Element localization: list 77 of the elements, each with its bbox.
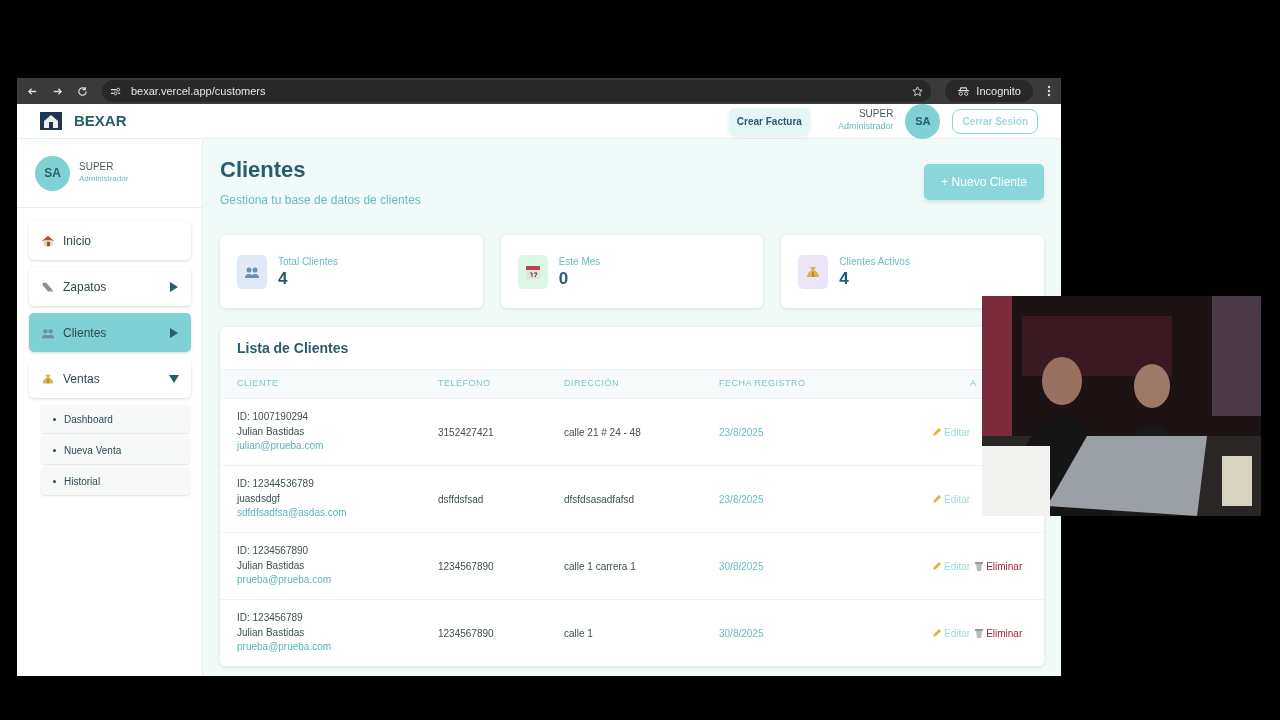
submenu-item[interactable]: Nueva Venta <box>41 436 190 464</box>
table-cell-text: calle 21 # 24 - 48 <box>564 425 642 440</box>
url-text[interactable]: bexar.vercel.app/customers <box>131 82 266 100</box>
client-name: Julian Bastidas <box>237 625 306 640</box>
incognito-icon <box>957 86 971 96</box>
table-cell-text: 3152427421 <box>438 425 495 440</box>
bullet-icon <box>53 448 56 452</box>
client-email: prueba@prueba.com <box>237 573 333 588</box>
client-name: Julian Bastidas <box>237 424 306 439</box>
submenu-item[interactable]: Dashboard <box>41 405 190 433</box>
client-email: sdfdfsadfsa@asdas.com <box>237 506 348 521</box>
client-email: prueba@prueba.com <box>237 640 333 655</box>
stat-value: 0 <box>558 269 570 290</box>
create-invoice-button[interactable]: Crear Factura <box>728 107 810 135</box>
stat-label: Total Clientes <box>278 255 339 270</box>
star-icon[interactable] <box>912 86 924 98</box>
column-header: DIRECCIÓN <box>564 377 620 391</box>
table-cell-text: calle 1 <box>564 626 594 641</box>
caret-right-icon <box>169 327 179 338</box>
bullet-icon <box>53 417 56 421</box>
user-name: SUPER <box>857 108 894 121</box>
pencil-icon <box>932 494 942 505</box>
pencil-icon <box>932 561 942 572</box>
delete-link[interactable]: Eliminar <box>974 625 1023 641</box>
user-name: SUPER <box>79 161 115 173</box>
page-title: Clientes <box>220 157 307 184</box>
sidebar-item[interactable]: Ventas <box>29 359 191 398</box>
date-cell-text: 30/8/2025 <box>719 559 765 574</box>
client-name: Julian Bastidas <box>237 558 306 573</box>
submenu-item[interactable]: Historial <box>41 467 190 495</box>
user-role: Administrador <box>837 120 894 134</box>
column-header: CLIENTE <box>237 377 280 391</box>
client-id: ID: 123456789 <box>237 611 304 626</box>
table-cell-text: dfsfdsasadfafsd <box>564 492 636 507</box>
column-header: FECHA REGISTRO <box>719 377 807 391</box>
incognito-badge[interactable]: Incognito <box>945 80 1033 102</box>
brand-name: BEXAR <box>74 110 127 131</box>
client-id: ID: 1234567890 <box>237 544 310 559</box>
table-cell-text: calle 1 carrera 1 <box>564 559 637 574</box>
stat-value: 4 <box>839 269 850 290</box>
table-cell-text: 1234567890 <box>438 559 495 574</box>
client-name: juasdsdgf <box>237 491 281 506</box>
reload-icon[interactable] <box>77 85 88 97</box>
table-cell-text: dsffdsfsad <box>438 492 485 507</box>
pencil-icon <box>932 427 942 438</box>
client-id: ID: 1007190294 <box>237 410 310 425</box>
house-logo-icon <box>40 112 62 130</box>
date-cell-text: 30/8/2025 <box>719 626 765 641</box>
table-cell-text: 1234567890 <box>438 626 495 641</box>
trash-icon <box>974 561 985 572</box>
caret-down-icon <box>169 373 179 384</box>
caret-right-icon <box>169 281 179 292</box>
stat-label: Este Mes <box>558 255 601 270</box>
user-role: Administrador <box>79 173 129 185</box>
trash-icon <box>974 628 985 639</box>
sidebar-item[interactable]: Clientes <box>29 313 191 352</box>
column-header: TELÉFONO <box>438 377 492 391</box>
date-cell-text: 23/8/2025 <box>719 425 765 440</box>
column-header: A <box>969 377 978 391</box>
calendar-icon <box>524 263 541 280</box>
card-title: Lista de Clientes <box>236 339 350 359</box>
client-email: julian@prueba.com <box>237 439 325 454</box>
page-subtitle: Gestiona tu base de datos de clientes <box>220 192 422 210</box>
delete-link[interactable]: Eliminar <box>974 558 1023 574</box>
stat-value: 4 <box>278 269 289 290</box>
sidebar-item[interactable]: Zapatos <box>29 267 191 306</box>
date-cell-text: 23/8/2025 <box>719 492 765 507</box>
pencil-icon <box>932 628 942 639</box>
sidebar-item[interactable]: Inicio <box>29 221 191 260</box>
stat-label: Clientes Activos <box>839 255 910 270</box>
house-icon <box>41 233 55 248</box>
avatar: SA <box>905 103 941 139</box>
bullet-icon <box>53 479 56 483</box>
avatar: SA <box>35 155 70 191</box>
client-id: ID: 12344536789 <box>237 477 315 492</box>
menu-icon[interactable] <box>1047 85 1051 97</box>
site-settings-icon[interactable] <box>110 85 121 97</box>
